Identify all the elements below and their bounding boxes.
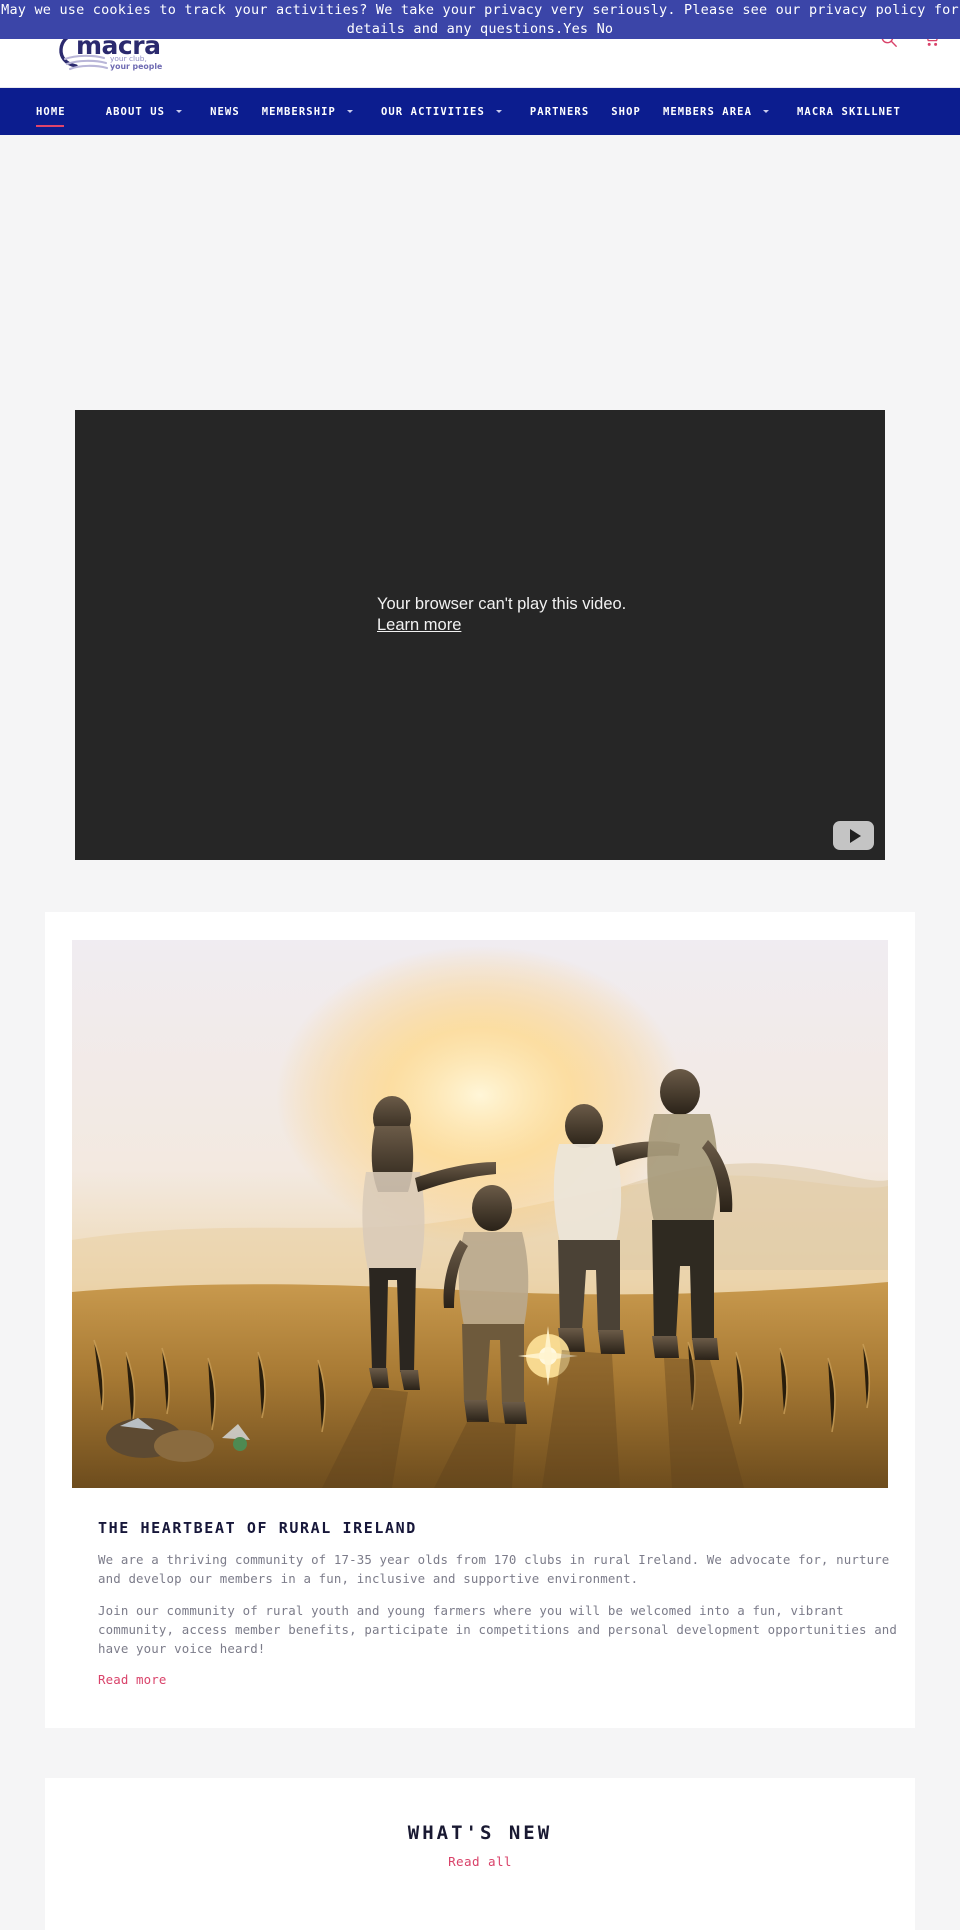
nav-item-label: SHOP <box>611 105 641 118</box>
cookie-message: May we use cookies to track your activit… <box>1 2 959 37</box>
play-icon[interactable] <box>833 821 874 850</box>
nav-item-home[interactable]: HOME <box>36 88 66 135</box>
sunset-friends-illustration <box>72 940 888 1488</box>
read-more-link[interactable]: Read more <box>98 1672 167 1687</box>
hero-video-section: Your browser can't play this video. Lear… <box>0 135 960 860</box>
chevron-down-icon <box>495 109 502 113</box>
play-triangle <box>849 828 861 843</box>
video-error-text: Your browser can't play this video. <box>377 595 627 613</box>
nav-item-label: NEWS <box>210 105 240 118</box>
nav-item-membership[interactable]: MEMBERSHIP <box>262 88 359 135</box>
learn-more-link[interactable]: Learn more <box>377 616 626 635</box>
read-all-link[interactable]: Read all <box>448 1854 512 1869</box>
nav-item-label: OUR ACTIVITIES <box>380 105 485 118</box>
nav-item-label: HOME <box>36 105 66 118</box>
nav-item-label: PARTNERS <box>529 105 590 118</box>
heartbeat-card: THE HEARTBEAT OF RURAL IRELAND We are a … <box>45 912 915 1728</box>
nav-item-label: ABOUT US <box>105 105 166 118</box>
main-navigation: HOME ABOUT US NEWS MEMBERSHIP OUR ACTIVI… <box>0 88 960 135</box>
nav-item-list: HOME ABOUT US NEWS MEMBERSHIP OUR ACTIVI… <box>0 88 960 135</box>
whats-new-title: WHAT'S NEW <box>407 1822 553 1844</box>
nav-item-partners[interactable]: PARTNERS <box>530 88 589 135</box>
page-content: Your browser can't play this video. Lear… <box>0 135 960 1930</box>
nav-item-members-area[interactable]: MEMBERS AREA <box>663 88 775 135</box>
nav-item-our-activities[interactable]: OUR ACTIVITIES <box>381 88 508 135</box>
nav-item-news[interactable]: NEWS <box>210 88 240 135</box>
heartbeat-title: THE HEARTBEAT OF RURAL IRELAND <box>98 1519 417 1537</box>
whats-new-section: WHAT'S NEW Read all <box>45 1778 915 1930</box>
nav-item-about-us[interactable]: ABOUT US <box>106 88 188 135</box>
nav-item-label: MACRA SKILLNET <box>797 105 901 118</box>
chevron-down-icon <box>346 109 353 113</box>
video-error-message: Your browser can't play this video. Lear… <box>377 595 626 635</box>
cookie-accept-button[interactable]: Yes <box>563 21 588 37</box>
cookie-consent-banner: May we use cookies to track your activit… <box>0 0 960 39</box>
nav-item-label: MEMBERS AREA <box>662 105 752 118</box>
nav-item-label: MEMBERSHIP <box>261 105 336 118</box>
heartbeat-paragraph-2: Join our community of rural youth and yo… <box>98 1603 898 1656</box>
heartbeat-hero-image <box>72 940 888 1488</box>
logo-tagline-line2: your people <box>110 62 162 71</box>
nav-item-shop[interactable]: SHOP <box>611 88 641 135</box>
video-player[interactable]: Your browser can't play this video. Lear… <box>75 410 885 860</box>
cookie-decline-button[interactable]: No <box>597 21 614 37</box>
heartbeat-paragraph-1: We are a thriving community of 17-35 yea… <box>98 1552 890 1586</box>
chevron-down-icon <box>763 109 769 113</box>
nav-item-macra-skillnet[interactable]: MACRA SKILLNET <box>797 88 901 135</box>
chevron-down-icon <box>176 109 183 113</box>
